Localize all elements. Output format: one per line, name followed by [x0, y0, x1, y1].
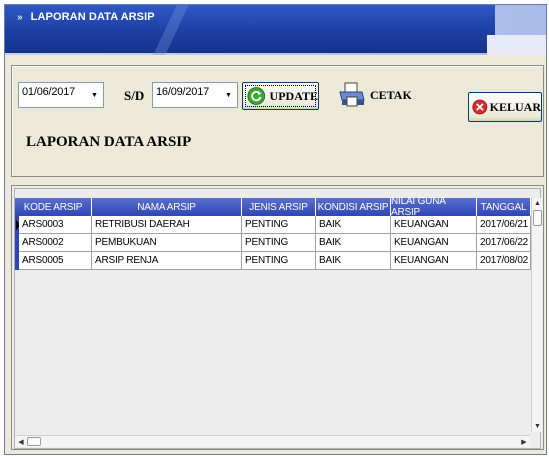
- cell-tanggal[interactable]: 2017/08/02: [477, 252, 531, 270]
- exit-button[interactable]: KELUAR: [468, 92, 542, 122]
- cell-jenis-arsip[interactable]: PENTING: [242, 216, 316, 234]
- horizontal-scrollbar[interactable]: ◀ ▶: [15, 435, 530, 447]
- start-date-value: 01/06/2017: [22, 86, 76, 98]
- table-row[interactable]: ARS0003 RETRIBUSI DAERAH PENTING BAIK KE…: [15, 216, 531, 234]
- title-notch: [487, 35, 546, 55]
- cell-tanggal[interactable]: 2017/06/21: [477, 216, 531, 234]
- vertical-scroll-thumb[interactable]: [533, 210, 542, 226]
- start-date-picker[interactable]: 01/06/2017 ▼: [18, 82, 104, 108]
- vertical-scrollbar[interactable]: ▲ ▼: [531, 198, 542, 432]
- printer-icon: [339, 82, 365, 107]
- column-header-kode-arsip[interactable]: KODE ARSIP: [15, 198, 92, 216]
- cell-nilai-guna-arsip[interactable]: KEUANGAN: [391, 234, 477, 252]
- column-header-tanggal[interactable]: TANGGAL: [477, 198, 531, 216]
- date-range-separator: S/D: [124, 88, 145, 103]
- scroll-left-icon[interactable]: ◀: [15, 436, 27, 448]
- scroll-up-icon[interactable]: ▲: [532, 198, 543, 209]
- column-header-jenis-arsip[interactable]: JENIS ARSIP: [242, 198, 316, 216]
- cell-kode-arsip[interactable]: ARS0002: [19, 234, 92, 252]
- cell-jenis-arsip[interactable]: PENTING: [242, 252, 316, 270]
- chevron-icon: »: [17, 12, 23, 23]
- update-button-label: UPDATE: [269, 88, 318, 103]
- title-bar: » LAPORAN DATA ARSIP: [5, 5, 546, 55]
- grid-viewport: KODE ARSIP NAMA ARSIP JENIS ARSIP KONDIS…: [14, 188, 542, 449]
- report-heading: LAPORAN DATA ARSIP: [26, 134, 192, 150]
- column-header-nama-arsip[interactable]: NAMA ARSIP: [92, 198, 242, 216]
- update-button[interactable]: UPDATE: [242, 82, 319, 110]
- refresh-icon: [247, 87, 266, 105]
- column-header-nilai-guna-arsip[interactable]: NILAI GUNA ARSIP: [391, 196, 477, 218]
- cell-kondisi-arsip[interactable]: BAIK: [316, 216, 391, 234]
- exit-button-label: KELUAR: [489, 99, 541, 114]
- chevron-down-icon[interactable]: ▼: [87, 84, 102, 106]
- end-date-picker[interactable]: 16/09/2017 ▼: [152, 82, 238, 108]
- filter-panel: 01/06/2017 ▼ S/D 16/09/2017 ▼ UPDATE CET…: [11, 65, 544, 177]
- window-title-label: LAPORAN DATA ARSIP: [30, 11, 155, 23]
- cell-nilai-guna-arsip[interactable]: KEUANGAN: [391, 252, 477, 270]
- cell-tanggal[interactable]: 2017/06/22: [477, 234, 531, 252]
- cell-nama-arsip[interactable]: PEMBUKUAN: [92, 234, 242, 252]
- chevron-down-icon[interactable]: ▼: [221, 84, 236, 106]
- window-title: » LAPORAN DATA ARSIP: [17, 11, 155, 23]
- scroll-right-icon[interactable]: ▶: [518, 436, 530, 448]
- cell-kode-arsip[interactable]: ARS0005: [19, 252, 92, 270]
- cell-kondisi-arsip[interactable]: BAIK: [316, 252, 391, 270]
- scroll-down-icon[interactable]: ▼: [532, 421, 543, 432]
- print-button-label: CETAK: [370, 87, 412, 102]
- cell-nama-arsip[interactable]: ARSIP RENJA: [92, 252, 242, 270]
- close-icon: [472, 99, 488, 115]
- cell-nama-arsip[interactable]: RETRIBUSI DAERAH: [92, 216, 242, 234]
- cell-nilai-guna-arsip[interactable]: KEUANGAN: [391, 216, 477, 234]
- horizontal-scroll-thumb[interactable]: [27, 437, 41, 446]
- print-button[interactable]: CETAK: [338, 80, 414, 110]
- table-row[interactable]: ARS0005 ARSIP RENJA PENTING BAIK KEUANGA…: [15, 252, 531, 270]
- cell-kode-arsip[interactable]: ARS0003: [19, 216, 92, 234]
- end-date-value: 16/09/2017: [156, 86, 210, 98]
- cell-jenis-arsip[interactable]: PENTING: [242, 234, 316, 252]
- archive-data-grid[interactable]: KODE ARSIP NAMA ARSIP JENIS ARSIP KONDIS…: [11, 185, 544, 450]
- table-row[interactable]: ARS0002 PEMBUKUAN PENTING BAIK KEUANGAN …: [15, 234, 531, 252]
- column-header-kondisi-arsip[interactable]: KONDISI ARSIP: [316, 198, 391, 216]
- report-window: » LAPORAN DATA ARSIP 01/06/2017 ▼ S/D 16/…: [4, 4, 547, 455]
- cell-kondisi-arsip[interactable]: BAIK: [316, 234, 391, 252]
